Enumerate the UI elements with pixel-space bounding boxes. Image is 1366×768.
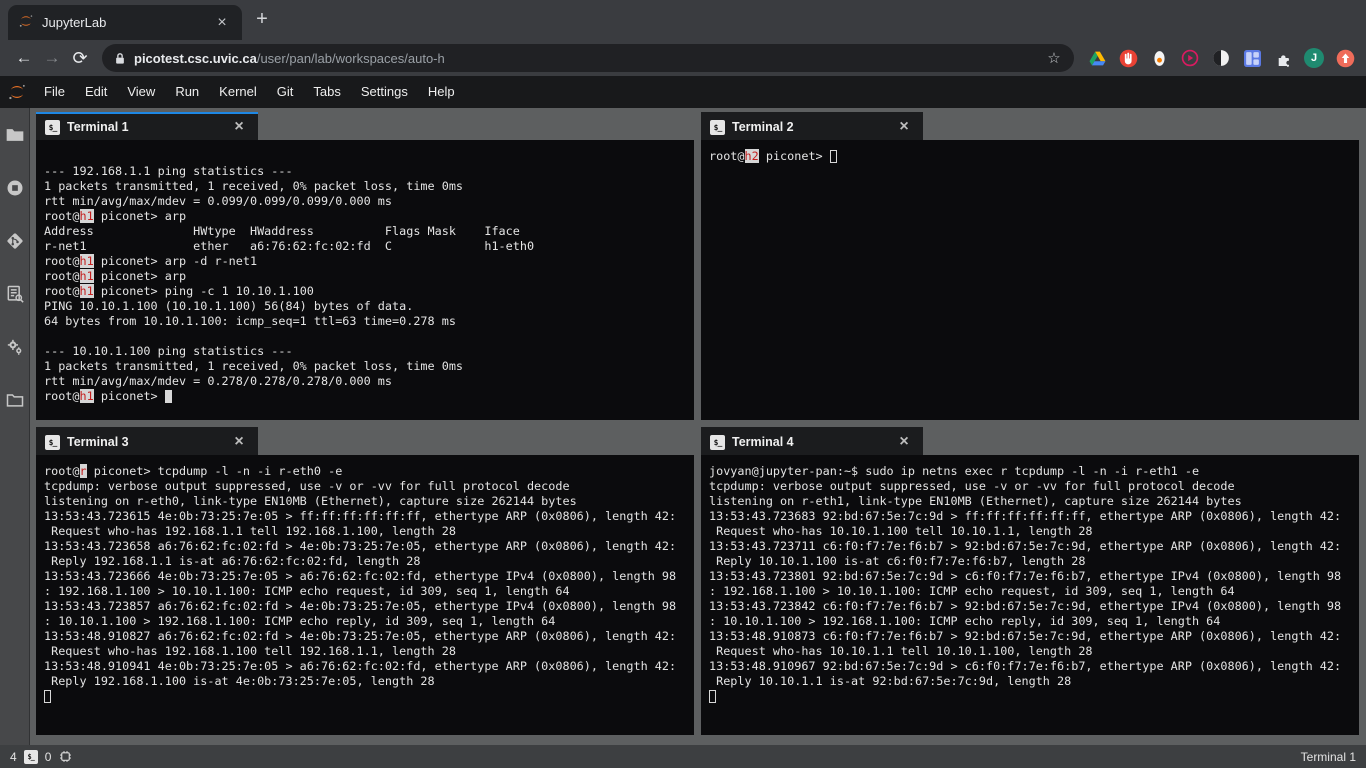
terminal-status-icon[interactable] <box>24 750 38 764</box>
google-drive-icon[interactable] <box>1086 47 1108 69</box>
status-bar: 4 0 Terminal 1 <box>0 745 1366 768</box>
extensions-puzzle-icon[interactable] <box>1272 47 1294 69</box>
kernel-chip-icon[interactable] <box>58 749 73 764</box>
terminal-3-tab-title: Terminal 3 <box>67 435 129 449</box>
workspaces-icon[interactable] <box>4 389 26 411</box>
extensions-row: J <box>1082 47 1356 69</box>
menu-settings[interactable]: Settings <box>351 76 418 108</box>
terminal-1-tab[interactable]: Terminal 1 <box>36 112 258 140</box>
terminal-2-output[interactable]: root@h2 piconet> <box>701 140 1359 420</box>
terminal-4-close-icon[interactable] <box>894 432 914 452</box>
current-widget-label: Terminal 1 <box>1301 750 1356 764</box>
terminal-2-close-icon[interactable] <box>894 117 914 137</box>
jupyter-logo <box>0 82 34 102</box>
terminal-3-tabbar: Terminal 3 <box>36 427 694 455</box>
url-path: /user/pan/lab/workspaces/auto-h <box>257 51 1044 66</box>
menu-git[interactable]: Git <box>267 76 304 108</box>
settings-gears-icon[interactable] <box>4 336 26 358</box>
tab-grid-icon[interactable] <box>1241 47 1263 69</box>
terminal-icon <box>710 120 725 135</box>
menu-view[interactable]: View <box>117 76 165 108</box>
dark-reader-icon[interactable] <box>1210 47 1232 69</box>
menu-tabs[interactable]: Tabs <box>303 76 350 108</box>
left-sidebar <box>0 108 30 745</box>
reload-icon[interactable] <box>66 44 94 72</box>
terminal-count: 4 <box>10 750 17 764</box>
url-bar[interactable]: picotest.csc.uvic.ca /user/pan/lab/works… <box>102 44 1074 72</box>
terminal-3-panel: Terminal 3 root@r piconet> tcpdump -l -n… <box>36 427 694 735</box>
bookmark-star-icon[interactable] <box>1044 48 1064 68</box>
terminal-1-panel: Terminal 1 --- 192.168.1.1 ping statisti… <box>36 112 694 420</box>
terminal-4-panel: Terminal 4 jovyan@jupyter-pan:~$ sudo ip… <box>701 427 1359 735</box>
profile-avatar[interactable]: J <box>1303 47 1325 69</box>
terminal-2-tabbar: Terminal 2 <box>701 112 1359 140</box>
browser-tab-title: JupyterLab <box>42 15 204 30</box>
terminal-2-tab[interactable]: Terminal 2 <box>701 112 923 140</box>
browser-tabstrip: JupyterLab <box>0 0 1366 40</box>
terminal-1-output[interactable]: --- 192.168.1.1 ping statistics ---1 pac… <box>36 140 694 420</box>
tab-close-icon[interactable] <box>212 13 232 33</box>
terminal-3-tab[interactable]: Terminal 3 <box>36 427 258 455</box>
git-icon[interactable] <box>4 230 26 252</box>
terminal-2-tab-title: Terminal 2 <box>732 120 794 134</box>
terminal-3-close-icon[interactable] <box>229 432 249 452</box>
terminal-2-panel: Terminal 2 root@h2 piconet> <box>701 112 1359 420</box>
menu-edit[interactable]: Edit <box>75 76 117 108</box>
jupyterlab-menubar: File Edit View Run Kernel Git Tabs Setti… <box>0 76 1366 108</box>
toc-search-icon[interactable] <box>4 283 26 305</box>
kernel-count: 0 <box>45 750 52 764</box>
browser-toolbar: picotest.csc.uvic.ca /user/pan/lab/works… <box>0 40 1366 76</box>
forward-icon <box>38 44 66 72</box>
adblock-icon[interactable] <box>1117 47 1139 69</box>
profile-initial: J <box>1304 48 1324 68</box>
main-area: Terminal 1 --- 192.168.1.1 ping statisti… <box>0 108 1366 745</box>
menu-help[interactable]: Help <box>418 76 465 108</box>
dock-panel: Terminal 1 --- 192.168.1.1 ping statisti… <box>30 108 1366 745</box>
menu-run[interactable]: Run <box>165 76 209 108</box>
jupyter-favicon <box>18 13 34 32</box>
new-tab-button[interactable] <box>252 9 272 29</box>
timer-oval-icon[interactable] <box>1148 47 1170 69</box>
lock-icon <box>114 52 126 65</box>
terminal-icon <box>710 435 725 450</box>
terminal-icon <box>45 435 60 450</box>
menu-kernel[interactable]: Kernel <box>209 76 267 108</box>
terminal-1-tab-title: Terminal 1 <box>67 120 129 134</box>
file-browser-icon[interactable] <box>4 124 26 146</box>
back-icon[interactable] <box>10 44 38 72</box>
url-domain: picotest.csc.uvic.ca <box>134 51 257 66</box>
menu-file[interactable]: File <box>34 76 75 108</box>
video-play-icon[interactable] <box>1179 47 1201 69</box>
running-sessions-icon[interactable] <box>4 177 26 199</box>
terminal-1-close-icon[interactable] <box>229 117 249 137</box>
terminal-4-output[interactable]: jovyan@jupyter-pan:~$ sudo ip netns exec… <box>701 455 1359 735</box>
terminal-icon <box>45 120 60 135</box>
terminal-4-tabbar: Terminal 4 <box>701 427 1359 455</box>
browser-tab[interactable]: JupyterLab <box>8 5 242 40</box>
update-arrow-icon[interactable] <box>1334 47 1356 69</box>
terminal-4-tab-title: Terminal 4 <box>732 435 794 449</box>
terminal-3-output[interactable]: root@r piconet> tcpdump -l -n -i r-eth0 … <box>36 455 694 735</box>
terminal-4-tab[interactable]: Terminal 4 <box>701 427 923 455</box>
terminal-1-tabbar: Terminal 1 <box>36 112 694 140</box>
